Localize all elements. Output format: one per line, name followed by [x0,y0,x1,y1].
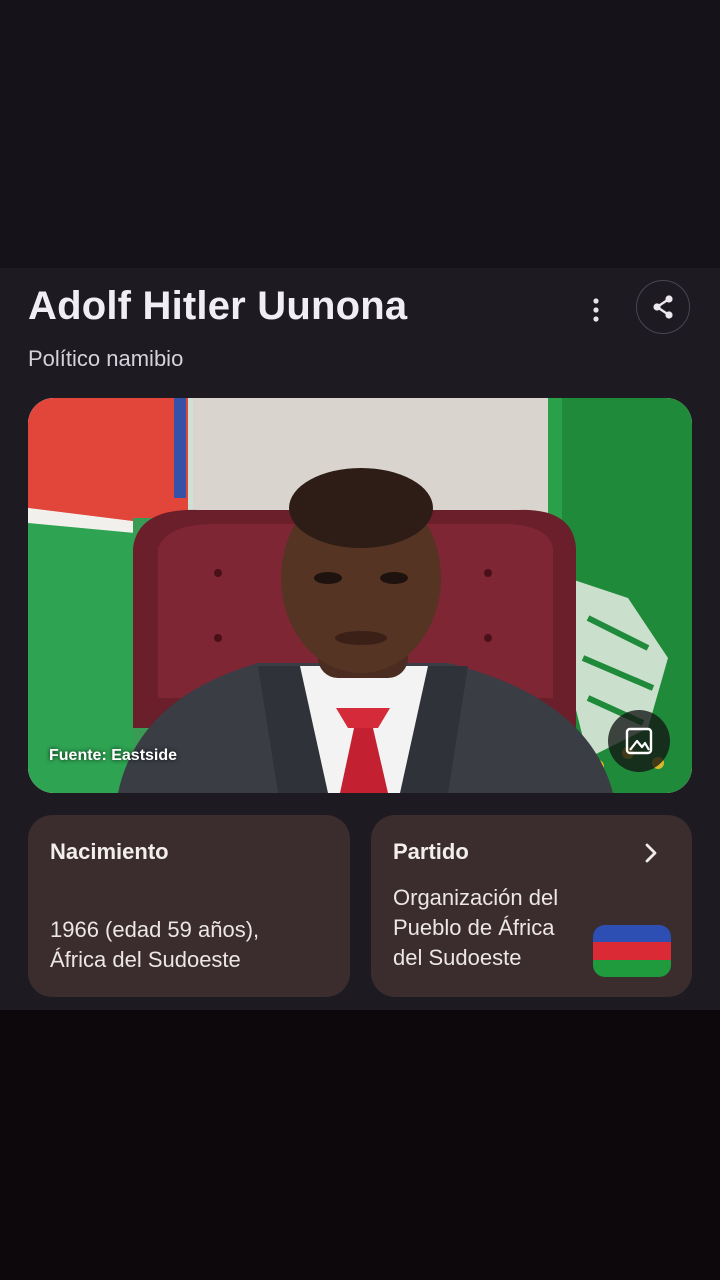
bottom-background [0,1010,720,1280]
chevron-right-icon[interactable] [639,839,663,867]
party-value-line: Organización del [393,885,559,910]
image-icon [625,727,653,755]
birth-label: Nacimiento [50,839,169,864]
party-value: Organización del Pueblo de África del Su… [393,883,593,973]
birth-value: 1966 (edad 59 años), África del Sudoeste [50,915,340,975]
birth-fact-card[interactable]: Nacimiento 1966 (edad 59 años), África d… [28,815,350,997]
party-flag-image [593,925,671,977]
birth-value-line: África del Sudoeste [50,947,241,972]
image-source-label: Fuente: Eastside [49,747,178,764]
birth-value-line: 1966 (edad 59 años), [50,917,260,942]
page-subtitle: Político namibio [28,346,184,371]
more-options-button[interactable] [574,290,618,330]
more-vertical-icon [593,298,599,322]
page-title: Adolf Hitler Uunona [28,284,408,328]
party-value-line: Pueblo de África [393,915,555,940]
party-value-line: del Sudoeste [393,945,522,970]
party-label: Partido [393,839,469,864]
flag-stripe [593,942,671,960]
share-icon [653,295,673,319]
flag-stripe [593,925,671,943]
flag-stripe [593,959,671,977]
party-fact-card[interactable]: Partido Organización del Pueblo de Áfric… [371,815,692,997]
share-button[interactable] [636,280,690,334]
portrait-image [28,398,692,793]
portrait-photo[interactable]: Fuente: Eastside [28,398,692,793]
top-background [0,0,720,268]
image-gallery-button[interactable] [608,710,670,772]
